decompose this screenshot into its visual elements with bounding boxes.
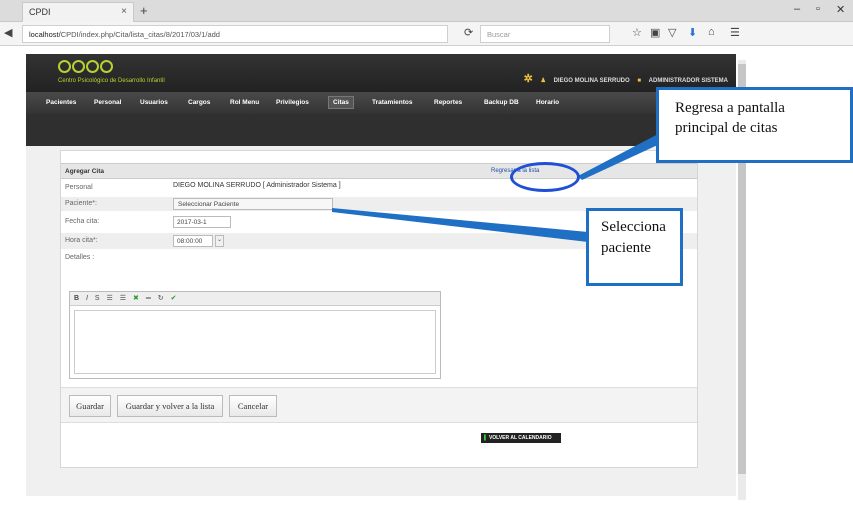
check-icon[interactable]: ✔: [171, 295, 177, 302]
fecha-label: Fecha cita:: [65, 218, 100, 225]
tab-title: CPDI: [29, 7, 51, 17]
hr-icon[interactable]: ═: [146, 295, 151, 302]
browser-nav-bar: ◀ localhost/CPDI/index.php/Cita/lista_ci…: [0, 22, 853, 46]
save-button[interactable]: Guardar: [69, 395, 111, 417]
form-title: Agregar Cita: [65, 168, 105, 175]
search-placeholder: Buscar: [487, 30, 511, 39]
strike-icon[interactable]: S: [95, 295, 100, 302]
details-textarea[interactable]: [74, 310, 436, 374]
remove-format-icon[interactable]: ✖: [133, 295, 139, 302]
user-area: ✲ ♟ DIEGO MOLINA SERRUDO ■ ADMINISTRADOR…: [518, 72, 728, 85]
new-tab-button[interactable]: +: [140, 3, 148, 18]
url-host: localhost/: [29, 30, 61, 39]
pocket-icon[interactable]: ▽: [668, 26, 676, 39]
form-header: Agregar Cita Regresar a la lista: [61, 163, 697, 179]
brand-bar: Centro Psicológico de Desarrollo Infanti…: [26, 54, 736, 92]
callout-select-patient: Selecciona paciente: [586, 208, 683, 286]
home-icon[interactable]: ⌂: [708, 26, 715, 38]
ordered-list-icon[interactable]: ☰: [107, 295, 113, 302]
paciente-selected-value: Seleccionar Paciente: [178, 201, 240, 208]
menu-item-cargos[interactable]: Cargos: [188, 99, 210, 106]
bookmark-star-icon[interactable]: ☆: [632, 26, 642, 39]
hora-label: Hora cita*:: [65, 237, 98, 244]
personal-label: Personal: [65, 184, 93, 191]
undo-icon[interactable]: ↻: [158, 295, 164, 302]
fecha-input[interactable]: 2017-03-1: [173, 216, 231, 228]
save-and-return-button[interactable]: Guardar y volver a la lista: [117, 395, 223, 417]
logo-text: Centro Psicológico de Desarrollo Infanti…: [58, 78, 165, 84]
minimize-icon[interactable]: –: [794, 3, 800, 15]
menu-item-privilegios[interactable]: Privilegios: [276, 99, 309, 106]
details-editor: B I S ☰ ☰ ✖ ═ ↻ ✔: [69, 291, 441, 379]
detalles-label: Detalles :: [65, 254, 95, 261]
add-appointment-form: Agregar Cita Regresar a la lista Persona…: [60, 150, 698, 468]
fecha-value: 2017-03-1: [177, 219, 207, 226]
calendar-icon: ▌: [484, 435, 488, 441]
library-icon[interactable]: ▣: [650, 26, 660, 39]
back-arrow-icon[interactable]: ◀: [4, 26, 12, 39]
browser-tab[interactable]: CPDI ×: [22, 2, 134, 22]
menu-item-horario[interactable]: Horario: [536, 99, 559, 106]
menu-icon[interactable]: ☰: [730, 26, 740, 39]
user-name[interactable]: DIEGO MOLINA SERRUDO: [554, 78, 630, 84]
cancel-button[interactable]: Cancelar: [229, 395, 277, 417]
logo-icon: [58, 60, 114, 78]
menu-item-rol-menu[interactable]: Rol Menu: [230, 99, 259, 106]
browser-search-input[interactable]: Buscar: [480, 25, 610, 43]
callout-back-to-list: Regresa a pantalla principal de citas: [656, 87, 853, 163]
unordered-list-icon[interactable]: ☰: [120, 295, 126, 302]
hora-select[interactable]: 08:00:00: [173, 235, 213, 247]
user-role[interactable]: ADMINISTRADOR SISTEMA: [649, 78, 728, 84]
personal-value: DIEGO MOLINA SERRUDO [ Administrador Sis…: [173, 182, 341, 189]
role-icon: ■: [637, 78, 641, 84]
close-tab-icon[interactable]: ×: [121, 6, 127, 17]
menu-item-citas[interactable]: Citas: [328, 96, 354, 109]
calendar-button-label: VOLVER AL CALENDARIO: [488, 435, 552, 441]
editor-toolbar: B I S ☰ ☰ ✖ ═ ↻ ✔: [70, 292, 440, 306]
menu-item-tratamientos[interactable]: Tratamientos: [372, 99, 412, 106]
url-path: CPDI/index.php/Cita/lista_citas/8/2017/0…: [60, 30, 220, 39]
field-personal: Personal DIEGO MOLINA SERRUDO [ Administ…: [61, 181, 697, 195]
hora-value: 08:00:00: [177, 238, 203, 245]
main-menu: Pacientes Personal Usuarios Cargos Rol M…: [26, 92, 736, 114]
browser-tab-bar: CPDI × + – ▫ ✕: [0, 0, 853, 22]
paciente-label: Paciente*:: [65, 200, 97, 207]
url-bar[interactable]: localhost/CPDI/index.php/Cita/lista_cita…: [22, 25, 448, 43]
reload-icon[interactable]: ⟳: [464, 26, 473, 39]
italic-icon[interactable]: I: [86, 295, 88, 302]
menu-item-reportes[interactable]: Reportes: [434, 99, 462, 106]
download-icon[interactable]: ⬇: [688, 26, 697, 39]
form-button-bar: Guardar Guardar y volver a la lista Canc…: [61, 387, 697, 423]
user-icon: ♟: [540, 78, 546, 84]
menu-item-backup-db[interactable]: Backup DB: [484, 99, 519, 106]
close-window-icon[interactable]: ✕: [836, 3, 845, 16]
menu-item-pacientes[interactable]: Pacientes: [46, 99, 76, 106]
back-to-calendar-button[interactable]: ▌ VOLVER AL CALENDARIO: [481, 433, 561, 443]
app-header: Centro Psicológico de Desarrollo Infanti…: [26, 54, 736, 146]
menu-item-usuarios[interactable]: Usuarios: [140, 99, 168, 106]
bold-icon[interactable]: B: [74, 295, 79, 302]
menu-item-personal[interactable]: Personal: [94, 99, 121, 106]
paciente-select[interactable]: Seleccionar Paciente: [173, 198, 333, 210]
hora-dropdown-icon[interactable]: ⌄: [215, 235, 224, 247]
back-link-highlight: [510, 162, 580, 192]
header-subbar: [26, 114, 736, 146]
maximize-icon[interactable]: ▫: [816, 3, 820, 15]
bug-icon: ✲: [523, 73, 533, 85]
